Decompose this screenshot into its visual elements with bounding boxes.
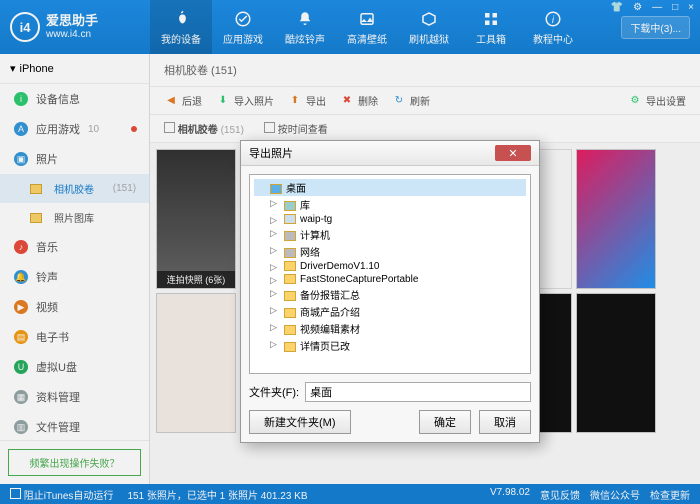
library-icon [284, 201, 296, 211]
expand-icon[interactable]: ▷ [270, 288, 277, 299]
desktop-icon [270, 184, 282, 194]
folder-icon [284, 274, 296, 284]
dialog-overlay: 导出照片 ✕ 桌面 ▷库 ▷waip-tg ▷计算机 ▷网络 ▷DriverDe… [0, 0, 700, 504]
ok-button[interactable]: 确定 [419, 410, 471, 434]
expand-icon[interactable]: ▷ [270, 275, 277, 286]
expand-icon[interactable]: ▷ [270, 262, 277, 273]
tree-item[interactable]: ▷waip-tg [254, 213, 526, 226]
folder-tree[interactable]: 桌面 ▷库 ▷waip-tg ▷计算机 ▷网络 ▷DriverDemoV1.10… [249, 174, 531, 374]
expand-icon[interactable]: ▷ [270, 198, 277, 209]
expand-icon[interactable]: ▷ [270, 339, 277, 350]
tree-item[interactable]: ▷备份报错汇总 [254, 286, 526, 303]
folder-icon [284, 261, 296, 271]
folder-icon [284, 291, 296, 301]
tree-item[interactable]: ▷库 [254, 196, 526, 213]
tree-item[interactable]: ▷网络 [254, 243, 526, 260]
tree-item-desktop[interactable]: 桌面 [254, 179, 526, 196]
expand-icon[interactable]: ▷ [270, 228, 277, 239]
expand-icon[interactable]: ▷ [270, 305, 277, 316]
computer-icon [284, 231, 296, 241]
folder-icon [284, 325, 296, 335]
tree-item[interactable]: ▷视频编辑素材 [254, 320, 526, 337]
expand-icon[interactable]: ▷ [270, 322, 277, 333]
folder-icon [284, 308, 296, 318]
tree-item[interactable]: ▷详情页已改 [254, 337, 526, 354]
folder-input[interactable] [305, 382, 531, 402]
new-folder-button[interactable]: 新建文件夹(M) [249, 410, 351, 434]
tree-item[interactable]: ▷计算机 [254, 226, 526, 243]
network-icon [284, 248, 296, 258]
user-icon [284, 214, 296, 224]
expand-icon[interactable]: ▷ [270, 215, 277, 226]
expand-icon[interactable]: ▷ [270, 245, 277, 256]
dialog-title-text: 导出照片 [249, 145, 293, 161]
folder-icon [284, 342, 296, 352]
tree-item[interactable]: ▷DriverDemoV1.10 [254, 260, 526, 273]
dialog-titlebar: 导出照片 ✕ [241, 141, 539, 166]
cancel-button[interactable]: 取消 [479, 410, 531, 434]
dialog-close-button[interactable]: ✕ [495, 145, 531, 161]
export-dialog: 导出照片 ✕ 桌面 ▷库 ▷waip-tg ▷计算机 ▷网络 ▷DriverDe… [240, 140, 540, 443]
tree-item[interactable]: ▷商城产品介绍 [254, 303, 526, 320]
folder-label: 文件夹(F): [249, 384, 299, 400]
tree-item[interactable]: ▷FastStoneCapturePortable [254, 273, 526, 286]
